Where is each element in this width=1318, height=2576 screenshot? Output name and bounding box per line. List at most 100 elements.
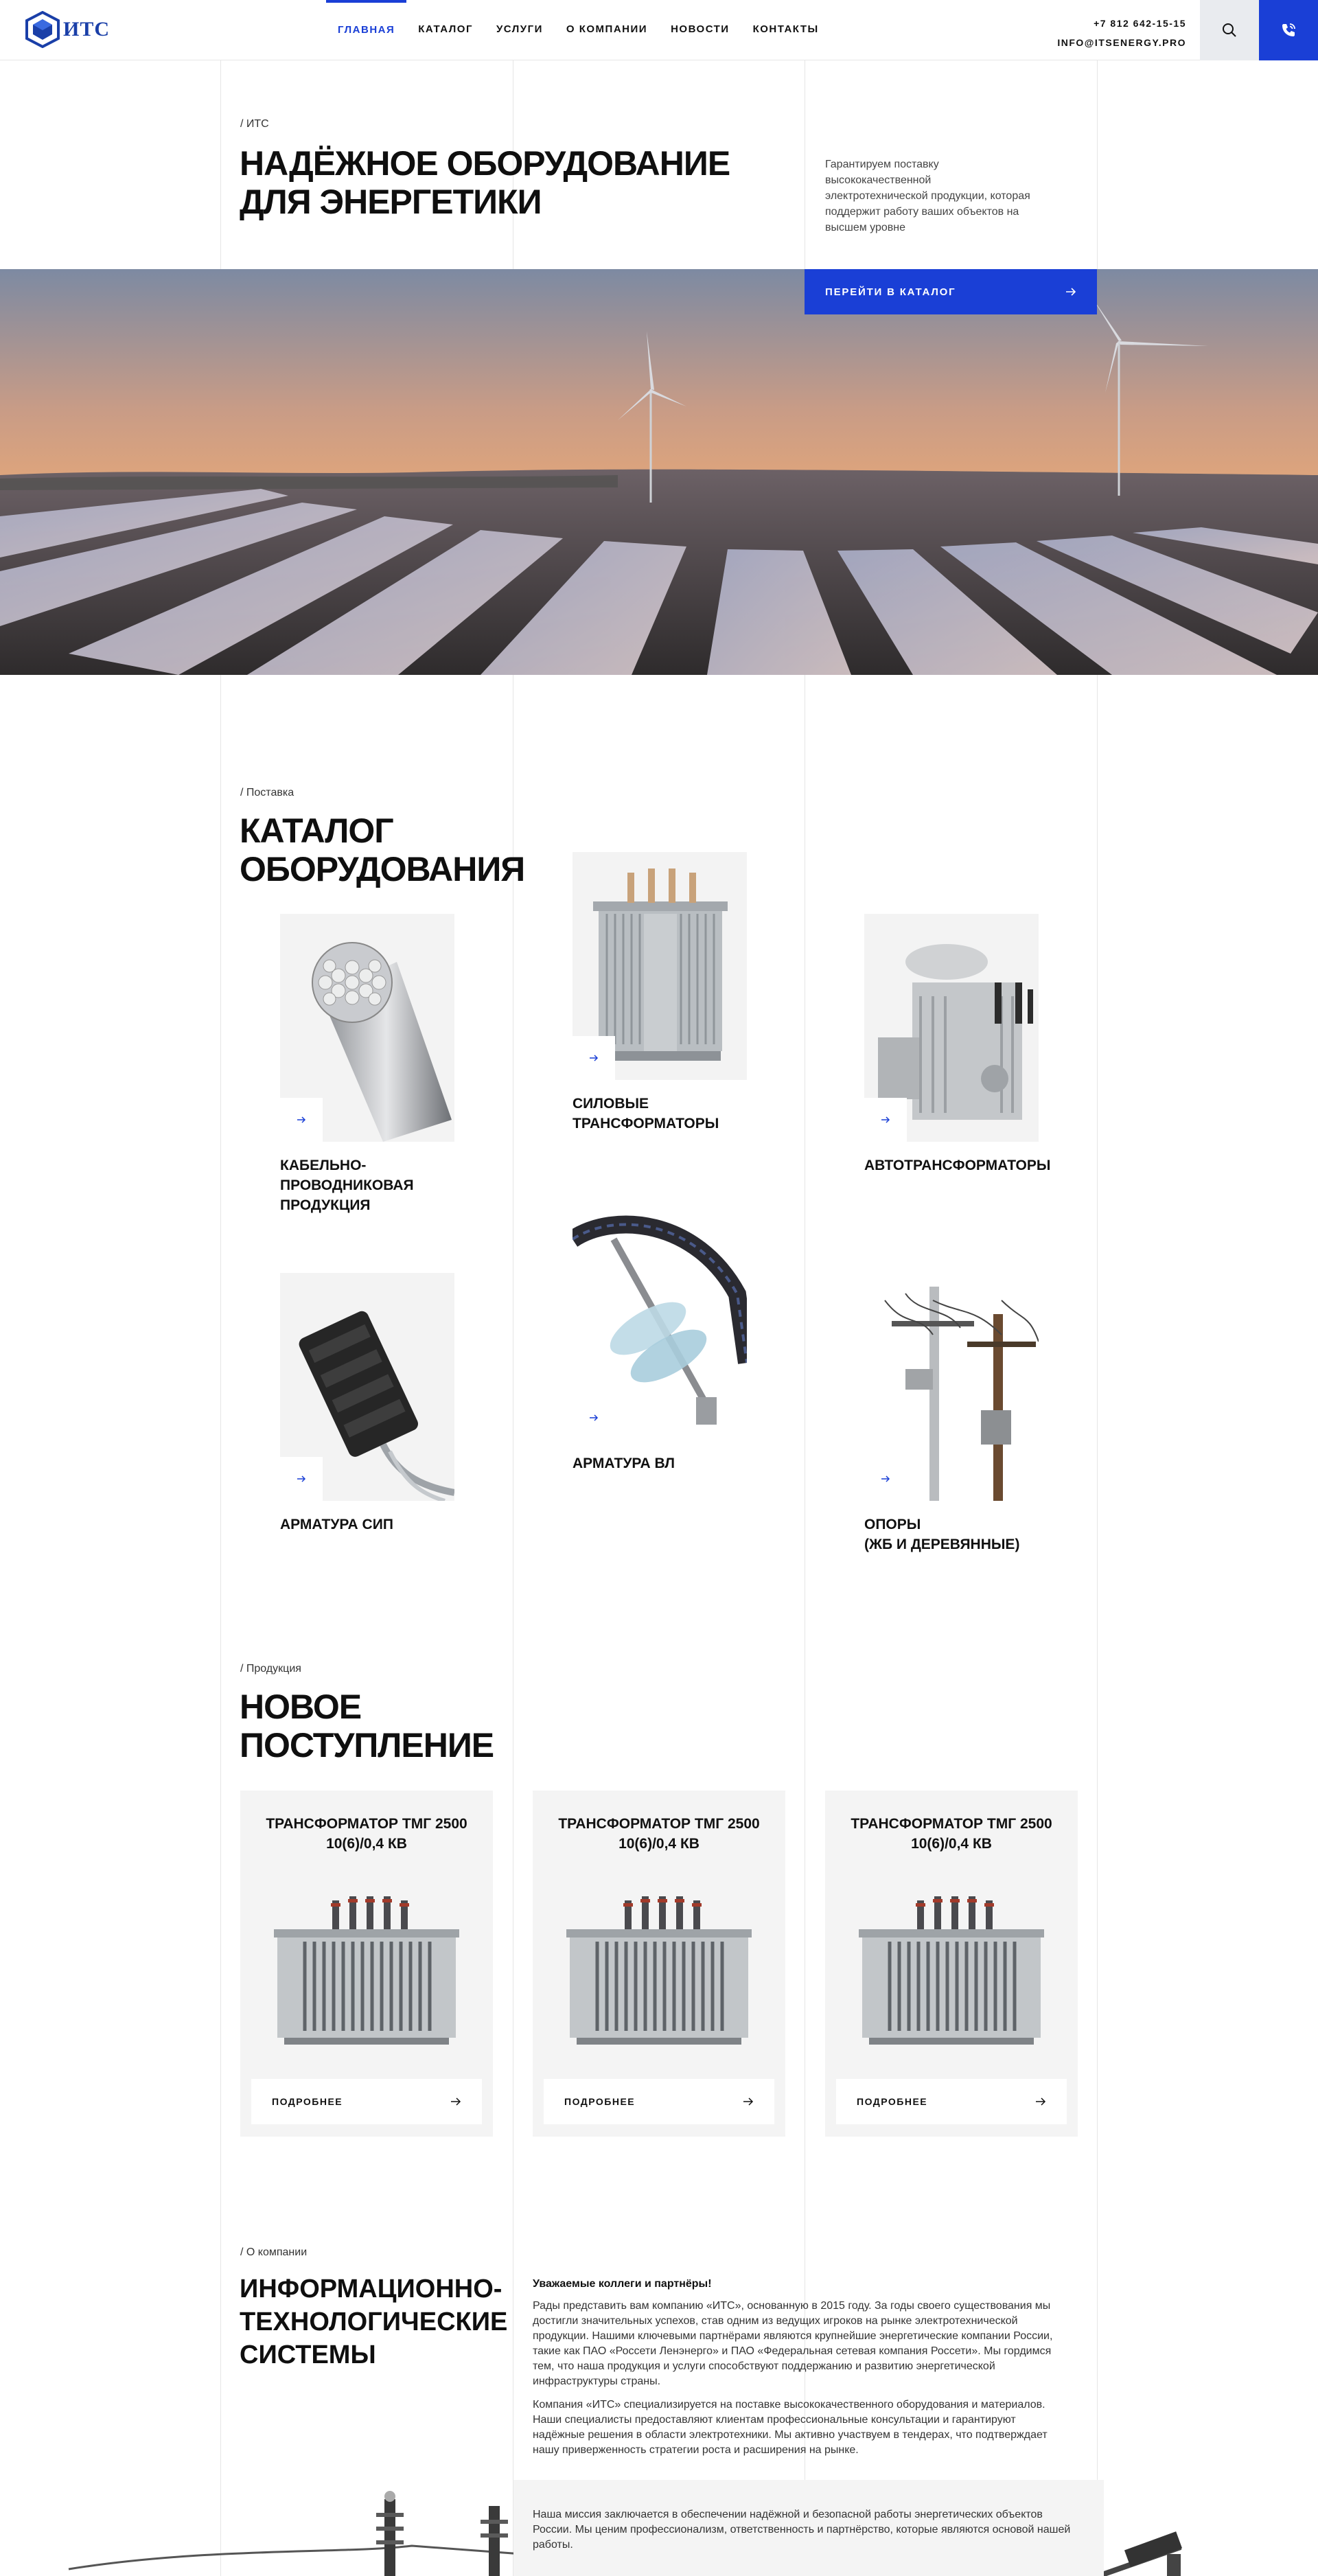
catalog-item-arrow[interactable] <box>864 1457 907 1501</box>
catalog-item-label: ОПОРЫ (ЖБ И ДЕРЕВЯННЫЕ) <box>864 1515 1039 1554</box>
product-title-line: 10(6)/0,4 КВ <box>326 1836 407 1852</box>
solar-field-image <box>0 269 1318 675</box>
section-title-line: ПОСТУПЛЕНИЕ <box>240 1726 494 1764</box>
product-transformer-image <box>274 1896 459 2045</box>
catalog-item-label: СИЛОВЫЕ ТРАНСФОРМАТОРЫ <box>573 1094 747 1134</box>
catalog-item-image <box>280 1273 454 1501</box>
product-title-line: 10(6)/0,4 КВ <box>911 1836 992 1852</box>
section-title-catalog: КАТАЛОГ ОБОРУДОВАНИЯ <box>240 812 525 888</box>
hero-description: Гарантируем поставку высококачественной … <box>825 159 1030 233</box>
product-transformer-image <box>566 1896 752 2045</box>
logo[interactable]: ИТС <box>25 11 110 48</box>
catalog-item-cable[interactable]: КАБЕЛЬНО- ПРОВОДНИКОВАЯ ПРОДУКЦИЯ <box>280 914 454 1215</box>
catalog-label-line: СИЛОВЫЕ <box>573 1096 649 1112</box>
details-button[interactable]: ПОДРОБНЕЕ <box>251 2079 482 2124</box>
product-title-line: 10(6)/0,4 КВ <box>618 1836 700 1852</box>
catalog-label-line: АРМАТУРА ВЛ <box>573 1456 675 1471</box>
main-nav: ГЛАВНАЯ КАТАЛОГ УСЛУГИ О КОМПАНИИ НОВОСТ… <box>326 0 831 60</box>
catalog-item-image <box>864 1273 1039 1501</box>
details-button-label: ПОДРОБНЕЕ <box>857 2096 928 2107</box>
details-button-label: ПОДРОБНЕЕ <box>272 2096 343 2107</box>
catalog-item-arrow[interactable] <box>864 1098 907 1142</box>
catalog-label-line: АРМАТУРА СИП <box>280 1517 393 1532</box>
details-button[interactable]: ПОДРОБНЕЕ <box>544 2079 774 2124</box>
catalog-item-label: АВТОТРАНСФОРМАТОРЫ <box>864 1155 1050 1175</box>
catalog-label-line: КАБЕЛЬНО- <box>280 1158 367 1173</box>
section-title-new-products: НОВОЕ ПОСТУПЛЕНИЕ <box>240 1688 494 1764</box>
about-paragraph: Рады представить вам компанию «ИТС», осн… <box>533 2300 1053 2387</box>
header-phone[interactable]: +7 812 642-15-15 <box>1057 14 1186 33</box>
header-email[interactable]: INFO@ITSENERGY.PRO <box>1057 33 1186 52</box>
phone-icon <box>1282 23 1295 36</box>
catalog-label-line: ПРОДУКЦИЯ <box>280 1197 371 1213</box>
arrow-right-icon <box>297 1475 306 1482</box>
arrow-right-icon <box>297 1116 306 1123</box>
catalog-item-image <box>573 1212 747 1440</box>
product-title-line: ТРАНСФОРМАТОР ТМГ 2500 <box>851 1816 1052 1832</box>
breadcrumb: / ИТС <box>240 118 269 130</box>
page-title-line: ДЛЯ ЭНЕРГЕТИКИ <box>240 183 542 221</box>
catalog-item-image <box>864 914 1039 1142</box>
about-paragraph: Компания «ИТС» специализируется на поста… <box>533 2399 1048 2456</box>
arrow-right-icon <box>881 1475 890 1482</box>
mission-text: Наша миссия заключается в обеспечении на… <box>533 2509 1071 2551</box>
logo-text: ИТС <box>63 18 111 41</box>
catalog-item-vl-fittings[interactable]: АРМАТУРА ВЛ <box>573 1212 747 1473</box>
section-title-line: НОВОЕ <box>240 1688 362 1726</box>
section-title-line: СИСТЕМЫ <box>240 2341 376 2369</box>
section-title-line: КАТАЛОГ <box>240 812 394 850</box>
arrow-right-icon <box>451 2097 461 2106</box>
catalog-item-poles[interactable]: ОПОРЫ (ЖБ И ДЕРЕВЯННЫЕ) <box>864 1273 1039 1554</box>
catalog-label-line: ПРОВОДНИКОВАЯ <box>280 1177 414 1193</box>
section-title-line: ОБОРУДОВАНИЯ <box>240 850 525 888</box>
hero-image <box>0 269 1318 675</box>
section-title-about: ИНФОРМАЦИОННО- ТЕХНОЛОГИЧЕСКИЕ СИСТЕМЫ <box>240 2273 507 2371</box>
arrow-right-icon <box>1036 2097 1046 2106</box>
catalog-item-image <box>280 914 454 1142</box>
product-transformer-image <box>859 1896 1044 2045</box>
nav-item-about[interactable]: О КОМПАНИИ <box>555 0 659 60</box>
product-title: ТРАНСФОРМАТОР ТМГ 2500 10(6)/0,4 КВ <box>839 1814 1064 1854</box>
breadcrumb: / О компании <box>240 2246 308 2258</box>
nav-item-news[interactable]: НОВОСТИ <box>659 0 741 60</box>
product-title: ТРАНСФОРМАТОР ТМГ 2500 10(6)/0,4 КВ <box>254 1814 479 1854</box>
site-header: ИТС ГЛАВНАЯ КАТАЛОГ УСЛУГИ О КОМПАНИИ НО… <box>0 0 1318 60</box>
arrow-right-icon <box>590 1414 599 1421</box>
catalog-label-line: (ЖБ И ДЕРЕВЯННЫЕ) <box>864 1537 1020 1552</box>
catalog-item-autotransformers[interactable]: АВТОТРАНСФОРМАТОРЫ <box>864 914 1050 1175</box>
catalog-item-arrow[interactable] <box>573 1396 615 1440</box>
catalog-item-power-transformers[interactable]: СИЛОВЫЕ ТРАНСФОРМАТОРЫ <box>573 852 747 1134</box>
catalog-item-arrow[interactable] <box>280 1098 323 1142</box>
logo-icon <box>25 11 60 48</box>
product-card[interactable]: ТРАНСФОРМАТОР ТМГ 2500 10(6)/0,4 КВ ПОДР… <box>825 1791 1078 2137</box>
cta-label: ПЕРЕЙТИ В КАТАЛОГ <box>825 286 956 298</box>
catalog-item-arrow[interactable] <box>280 1457 323 1501</box>
product-card[interactable]: ТРАНСФОРМАТОР ТМГ 2500 10(6)/0,4 КВ ПОДР… <box>240 1791 493 2137</box>
search-icon <box>1223 23 1236 37</box>
product-title-line: ТРАНСФОРМАТОР ТМГ 2500 <box>266 1816 467 1832</box>
go-to-catalog-button[interactable]: ПЕРЕЙТИ В КАТАЛОГ <box>805 269 1097 314</box>
section-title-line: ИНФОРМАЦИОННО- <box>240 2275 502 2303</box>
catalog-label-line: ОПОРЫ <box>864 1517 921 1532</box>
catalog-item-label: АРМАТУРА ВЛ <box>573 1453 747 1473</box>
header-contacts: +7 812 642-15-15 INFO@ITSENERGY.PRO <box>1057 14 1186 52</box>
catalog-item-label: АРМАТУРА СИП <box>280 1515 454 1534</box>
nav-item-contacts[interactable]: КОНТАКТЫ <box>741 0 831 60</box>
catalog-item-image <box>573 852 747 1080</box>
nav-item-catalog[interactable]: КАТАЛОГ <box>406 0 485 60</box>
call-button[interactable] <box>1259 0 1318 60</box>
arrow-right-icon <box>743 2097 754 2106</box>
nav-item-services[interactable]: УСЛУГИ <box>485 0 555 60</box>
catalog-item-sip-fittings[interactable]: АРМАТУРА СИП <box>280 1273 454 1534</box>
details-button[interactable]: ПОДРОБНЕЕ <box>836 2079 1067 2124</box>
page-title: НАДЁЖНОЕ ОБОРУДОВАНИЕ ДЛЯ ЭНЕРГЕТИКИ <box>240 144 730 221</box>
search-button[interactable] <box>1200 0 1259 60</box>
catalog-item-arrow[interactable] <box>573 1036 615 1080</box>
product-title-line: ТРАНСФОРМАТОР ТМГ 2500 <box>558 1816 760 1832</box>
catalog-label-line: ТРАНСФОРМАТОРЫ <box>573 1116 719 1131</box>
product-title: ТРАНСФОРМАТОР ТМГ 2500 10(6)/0,4 КВ <box>546 1814 772 1854</box>
product-card[interactable]: ТРАНСФОРМАТОР ТМГ 2500 10(6)/0,4 КВ ПОДР… <box>533 1791 785 2137</box>
nav-item-home[interactable]: ГЛАВНАЯ <box>326 0 407 60</box>
about-greeting: Уважаемые коллеги и партнёры! <box>533 2278 712 2290</box>
breadcrumb: / Поставка <box>240 787 294 798</box>
